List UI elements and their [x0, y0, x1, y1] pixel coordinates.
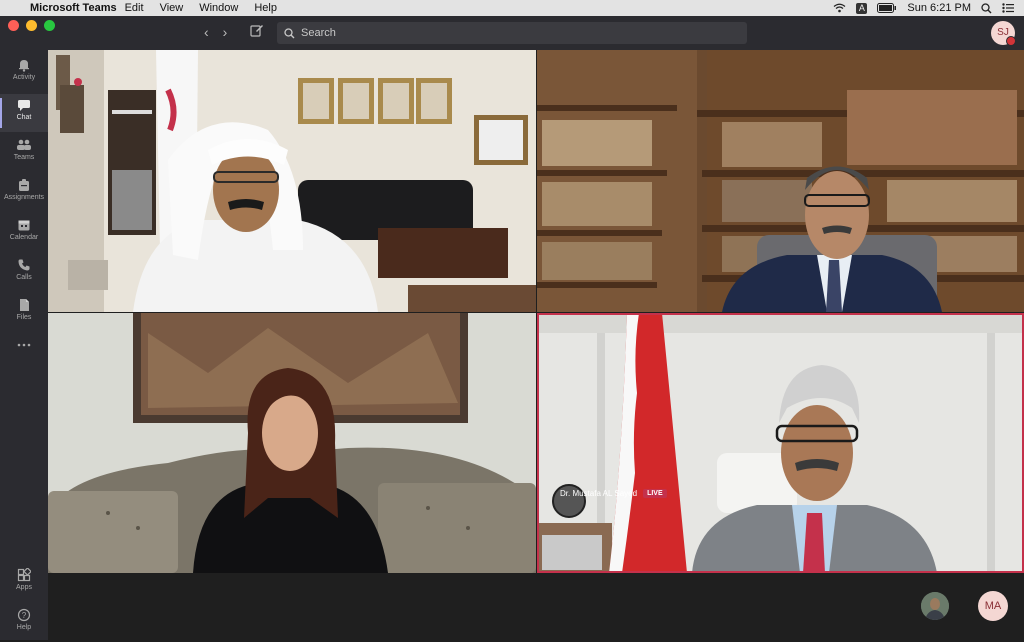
menu-help[interactable]: Help — [246, 0, 285, 16]
participant-video-speaker — [537, 313, 1024, 573]
rail-item-chat[interactable]: Chat — [0, 94, 48, 132]
bell-icon — [19, 60, 29, 72]
video-tile-3[interactable] — [48, 313, 536, 573]
back-arrow-icon[interactable]: ‹ — [204, 24, 209, 40]
rail-label-teams: Teams — [13, 154, 35, 161]
new-chat-icon[interactable] — [250, 23, 264, 37]
files-icon — [20, 299, 29, 311]
svg-text:?: ? — [22, 611, 27, 620]
close-window-button[interactable] — [8, 20, 19, 31]
mac-menu-bar: Microsoft Teams Edit View Window Help A … — [0, 0, 1024, 16]
rail-item-help[interactable]: ? Help — [0, 604, 48, 642]
rail-item-teams[interactable]: Teams — [0, 134, 48, 172]
rail-item-more[interactable] — [0, 338, 48, 376]
self-video-thumbnail[interactable] — [921, 592, 949, 620]
participant-avatar[interactable]: MA — [978, 591, 1008, 621]
participant-video-3 — [48, 313, 536, 573]
spotlight-icon[interactable] — [981, 2, 992, 14]
participant-video-1 — [48, 50, 536, 312]
rail-item-assignments[interactable]: Assignments — [0, 174, 48, 212]
rail-label-calls: Calls — [16, 274, 32, 281]
rail-label-assignments: Assignments — [3, 194, 45, 201]
live-badge: LIVE — [643, 489, 667, 498]
rail-label-apps: Apps — [16, 584, 32, 591]
wifi-icon[interactable] — [833, 3, 846, 13]
help-icon: ? — [17, 608, 31, 622]
rail-item-apps[interactable]: Apps — [0, 564, 48, 602]
chat-icon — [18, 100, 30, 111]
rail-item-calls[interactable]: Calls — [0, 254, 48, 292]
phone-icon — [18, 259, 30, 271]
input-source-badge[interactable]: A — [856, 2, 868, 14]
window-controls — [8, 20, 55, 31]
rail-label-chat: Chat — [16, 114, 32, 121]
apps-icon — [17, 568, 31, 582]
video-tile-speaker[interactable] — [537, 313, 1024, 573]
more-icon — [17, 343, 31, 347]
speaker-name: Dr. Mustafa AL Sayed — [560, 489, 638, 498]
menu-app-name[interactable]: Microsoft Teams — [28, 0, 117, 16]
rail-label-help: Help — [16, 624, 32, 631]
zoom-window-button[interactable] — [44, 20, 55, 31]
teams-icon — [17, 139, 31, 150]
app-rail: Activity Chat Teams Assignments Calendar… — [0, 50, 48, 640]
assignments-icon — [19, 179, 29, 191]
menubar-clock[interactable]: Sun 6:21 PM — [907, 0, 971, 16]
menu-view[interactable]: View — [152, 0, 192, 16]
forward-arrow-icon[interactable]: › — [223, 24, 228, 40]
battery-icon[interactable] — [877, 3, 897, 13]
participant-video-2 — [537, 50, 1024, 312]
rail-label-files: Files — [16, 314, 32, 321]
rail-label-activity: Activity — [12, 74, 36, 81]
rail-label-calendar: Calendar — [9, 234, 39, 241]
user-avatar[interactable]: SJ — [991, 21, 1016, 46]
minimize-window-button[interactable] — [26, 20, 37, 31]
history-nav: ‹ › — [204, 24, 227, 40]
menu-window[interactable]: Window — [191, 0, 246, 16]
status-dot-icon — [1006, 36, 1016, 46]
self-video-preview — [921, 592, 949, 620]
calendar-icon — [18, 220, 30, 231]
search-placeholder: Search — [301, 27, 336, 39]
video-tile-2[interactable] — [537, 50, 1024, 312]
rail-item-files[interactable]: Files — [0, 294, 48, 332]
speaker-caption: Dr. Mustafa AL Sayed LIVE — [560, 489, 667, 498]
participant-initials: MA — [984, 600, 1002, 612]
teams-title-bar: ‹ › Search SJ — [0, 16, 1024, 50]
control-center-icon[interactable] — [1002, 3, 1014, 13]
call-bottom-bar — [48, 573, 1024, 640]
rail-item-activity[interactable]: Activity — [0, 54, 48, 92]
video-tile-1[interactable] — [48, 50, 536, 312]
search-icon — [284, 27, 295, 38]
rail-item-calendar[interactable]: Calendar — [0, 214, 48, 252]
search-bar[interactable]: Search — [277, 22, 747, 44]
menu-edit[interactable]: Edit — [117, 0, 152, 16]
